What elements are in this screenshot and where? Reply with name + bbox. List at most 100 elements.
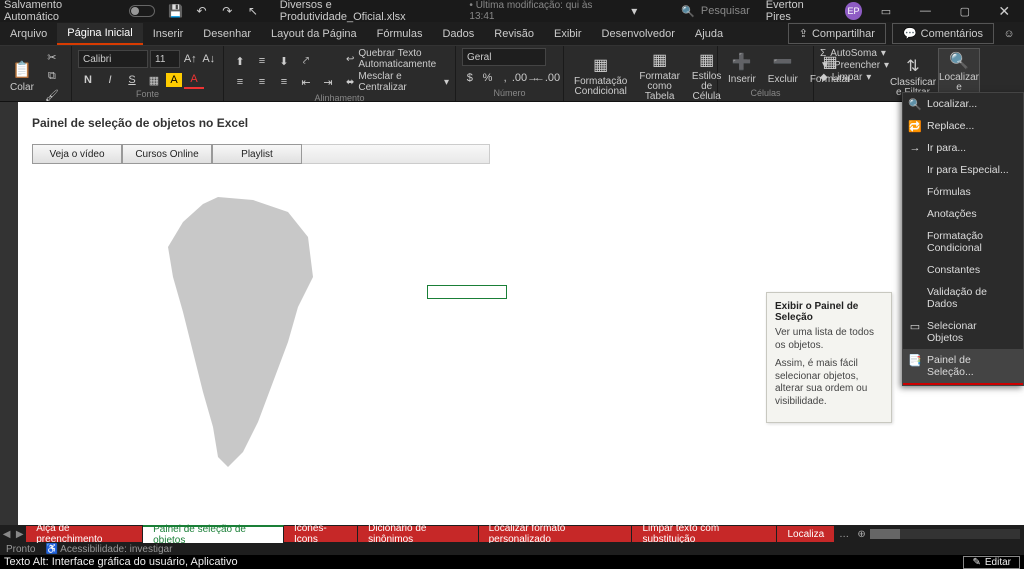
- tab-nav-next[interactable]: ▶: [13, 529, 26, 540]
- tab-inserir[interactable]: Inserir: [143, 24, 194, 44]
- south-america-map[interactable]: [158, 192, 338, 472]
- merge-center-button[interactable]: ⬌Mesclar e Centralizar ▾: [346, 71, 449, 93]
- copy-icon[interactable]: ⧉: [42, 67, 62, 85]
- tab-formulas[interactable]: Fórmulas: [367, 24, 433, 44]
- delete-cells-button[interactable]: ➖Excluir: [764, 50, 802, 87]
- row-headers[interactable]: [0, 102, 18, 525]
- decrease-decimal-icon[interactable]: ←.00: [537, 69, 557, 87]
- sheet-btn-cursos[interactable]: Cursos Online: [122, 144, 212, 164]
- minimize-button[interactable]: —: [910, 1, 941, 21]
- align-middle-icon[interactable]: ≡: [252, 52, 272, 70]
- ribbon-mode-icon[interactable]: ▭: [870, 1, 901, 21]
- menu-item-replace[interactable]: 🔁Replace...: [903, 115, 1023, 137]
- bold-button[interactable]: N: [78, 71, 98, 89]
- align-right-icon[interactable]: ≡: [274, 73, 294, 91]
- menu-item-cond-format[interactable]: Formatação Condicional: [903, 225, 1023, 259]
- tab-arquivo[interactable]: Arquivo: [0, 24, 57, 44]
- menu-item-goto-special[interactable]: Ir para Especial...: [903, 159, 1023, 181]
- avatar[interactable]: EP: [845, 2, 863, 20]
- italic-button[interactable]: I: [100, 71, 120, 89]
- underline-button[interactable]: S: [122, 71, 142, 89]
- undo-icon[interactable]: ↶: [193, 2, 211, 20]
- menu-item-sel-objetos[interactable]: ▭Selecionar Objetos: [903, 315, 1023, 349]
- add-sheet-button[interactable]: ⊕: [853, 529, 870, 540]
- increase-decimal-icon[interactable]: .00→: [515, 69, 535, 87]
- format-table-button[interactable]: ▦Formatar como Tabela: [635, 48, 684, 104]
- tab-more[interactable]: …: [835, 529, 853, 540]
- maximize-button[interactable]: ▢: [949, 1, 980, 21]
- menu-item-anotacoes[interactable]: Anotações: [903, 203, 1023, 225]
- align-center-icon[interactable]: ≡: [252, 73, 272, 91]
- sheet-tab[interactable]: Alça de preenchimento: [26, 526, 143, 542]
- wrap-text-button[interactable]: ↩Quebrar Texto Automaticamente: [346, 48, 449, 70]
- align-top-icon[interactable]: ⬆: [230, 52, 250, 70]
- align-left-icon[interactable]: ≡: [230, 73, 250, 91]
- sheet-tab[interactable]: Localizar formato personalizado: [479, 526, 633, 542]
- decrease-font-icon[interactable]: A↓: [201, 50, 218, 68]
- comma-icon[interactable]: ,: [497, 69, 513, 87]
- autosave-toggle[interactable]: [129, 5, 155, 17]
- sheet-tab[interactable]: Ícones-Icons: [284, 526, 358, 542]
- selected-cell[interactable]: [427, 285, 507, 299]
- comments-button[interactable]: 💬Comentários: [892, 23, 994, 44]
- clear-button[interactable]: ◆Limpar ▾: [820, 72, 880, 83]
- tab-desenhar[interactable]: Desenhar: [193, 24, 261, 44]
- cursor-icon[interactable]: ↖: [244, 2, 262, 20]
- menu-item-goto[interactable]: →Ir para...: [903, 137, 1023, 159]
- highlight-underline: [903, 383, 1023, 385]
- tab-ajuda[interactable]: Ajuda: [685, 24, 733, 44]
- orientation-icon[interactable]: ⤤: [296, 52, 316, 70]
- font-size-select[interactable]: [150, 50, 180, 68]
- conditional-format-button[interactable]: ▦Formatação Condicional: [570, 53, 631, 99]
- accessibility-status[interactable]: ♿ Acessibilidade: investigar: [45, 544, 172, 555]
- indent-increase-icon[interactable]: ⇥: [318, 73, 338, 91]
- paste-button[interactable]: 📋 Colar: [6, 58, 38, 95]
- redo-icon[interactable]: ↷: [218, 2, 236, 20]
- sheet-tab[interactable]: Localiza: [777, 526, 835, 542]
- fill-color-button[interactable]: A: [166, 73, 182, 87]
- cut-icon[interactable]: ✂: [42, 48, 62, 66]
- menu-item-localizar[interactable]: 🔍Localizar...: [903, 93, 1023, 115]
- scroll-thumb[interactable]: [870, 529, 900, 539]
- increase-font-icon[interactable]: A↑: [182, 50, 199, 68]
- feedback-icon[interactable]: ☺: [1000, 25, 1018, 43]
- menu-item-constantes[interactable]: Constantes: [903, 259, 1023, 281]
- close-button[interactable]: ✕: [989, 1, 1020, 21]
- indent-decrease-icon[interactable]: ⇤: [296, 73, 316, 91]
- menu-item-painel-selecao[interactable]: 📑Painel de Seleção...: [903, 349, 1023, 383]
- font-color-button[interactable]: A: [184, 71, 204, 89]
- align-bottom-icon[interactable]: ⬇: [274, 52, 294, 70]
- save-icon[interactable]: 💾: [167, 2, 185, 20]
- fill-button[interactable]: ▼Preencher ▾: [820, 60, 880, 71]
- tab-desenvolvedor[interactable]: Desenvolvedor: [592, 24, 685, 44]
- tab-nav-prev[interactable]: ◀: [0, 529, 13, 540]
- file-name: Diversos e Produtividade_Oficial.xlsx: [280, 0, 458, 23]
- tab-layout[interactable]: Layout da Página: [261, 24, 367, 44]
- tab-dados[interactable]: Dados: [432, 24, 484, 44]
- font-name-select[interactable]: [78, 50, 148, 68]
- horizontal-scrollbar[interactable]: [870, 529, 1020, 539]
- search-placeholder: Pesquisar: [701, 5, 750, 17]
- border-button[interactable]: ▦: [144, 71, 164, 89]
- sheet-tab[interactable]: Limpar texto com substituição: [632, 526, 777, 542]
- sheet-tab-active[interactable]: Painel de seleção de objetos: [143, 525, 284, 543]
- number-format-select[interactable]: [462, 48, 546, 66]
- currency-icon[interactable]: $: [462, 69, 478, 87]
- find-select-menu: 🔍Localizar... 🔁Replace... →Ir para... Ir…: [902, 92, 1024, 386]
- sheet-btn-video[interactable]: Veja o vídeo: [32, 144, 122, 164]
- tab-revisao[interactable]: Revisão: [484, 24, 544, 44]
- status-bar: Pronto ♿ Acessibilidade: investigar: [0, 543, 1024, 555]
- insert-cells-button[interactable]: ➕Inserir: [724, 50, 760, 87]
- edit-alt-button[interactable]: ✎ Editar: [963, 556, 1020, 569]
- sheet-tab[interactable]: Dicionário de sinônimos: [358, 526, 479, 542]
- chevron-down-icon[interactable]: ▾: [625, 2, 643, 20]
- share-button[interactable]: ⇪Compartilhar: [788, 23, 886, 44]
- autosum-button[interactable]: ΣAutoSoma ▾: [820, 48, 880, 59]
- menu-item-validacao[interactable]: Validação de Dados: [903, 281, 1023, 315]
- tab-exibir[interactable]: Exibir: [544, 24, 592, 44]
- menu-item-formulas[interactable]: Fórmulas: [903, 181, 1023, 203]
- search-box[interactable]: 🔍 Pesquisar: [681, 5, 750, 18]
- sheet-btn-playlist[interactable]: Playlist: [212, 144, 302, 164]
- tab-pagina-inicial[interactable]: Página Inicial: [57, 23, 142, 45]
- percent-icon[interactable]: %: [480, 69, 496, 87]
